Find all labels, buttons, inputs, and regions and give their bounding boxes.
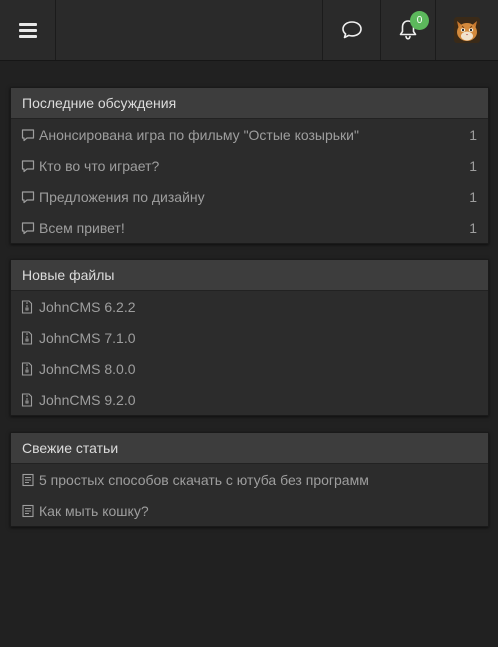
file-name: JohnCMS 8.0.0	[39, 360, 136, 377]
notifications-button[interactable]	[380, 0, 436, 60]
discussion-count: 1	[469, 188, 477, 205]
discussion-item[interactable]: Предложения по дизайну 1	[11, 181, 488, 212]
discussion-item[interactable]: Анонсирована игра по фильму "Остые козыр…	[11, 119, 488, 150]
discussion-title: Предложения по дизайну	[39, 188, 205, 205]
discussion-item[interactable]: Кто во что играет? 1	[11, 150, 488, 181]
panel-title: Новые файлы	[11, 260, 488, 291]
recent-discussions-panel: Последние обсуждения Анонсирована игра п…	[10, 87, 489, 244]
article-icon	[21, 504, 35, 518]
discussion-count: 1	[469, 126, 477, 143]
chat-bubble-icon	[341, 21, 362, 39]
messages-button[interactable]	[322, 0, 381, 60]
file-name: JohnCMS 6.2.2	[39, 298, 136, 315]
article-item[interactable]: 5 простых способов скачать с ютуба без п…	[11, 464, 488, 495]
panel-title: Свежие статьи	[11, 433, 488, 464]
file-item[interactable]: JohnCMS 7.1.0	[11, 322, 488, 353]
article-title: Как мыть кошку?	[39, 502, 149, 519]
article-icon	[21, 473, 35, 487]
notifications-count-badge: 0	[410, 11, 429, 30]
avatar	[454, 17, 480, 43]
new-files-panel: Новые файлы JohnCMS 6.2.2 JohnCMS 7.1.0 …	[10, 259, 489, 416]
fresh-articles-panel: Свежие статьи 5 простых способов скачать…	[10, 432, 489, 527]
file-name: JohnCMS 7.1.0	[39, 329, 136, 346]
file-item[interactable]: JohnCMS 8.0.0	[11, 353, 488, 384]
menu-button[interactable]	[0, 0, 56, 60]
comment-icon	[21, 221, 35, 235]
discussion-title: Анонсирована игра по фильму "Остые козыр…	[39, 126, 359, 143]
article-title: 5 простых способов скачать с ютуба без п…	[39, 471, 369, 488]
archive-file-icon	[21, 299, 35, 314]
file-name: JohnCMS 9.2.0	[39, 391, 136, 408]
top-bar: 0	[0, 0, 498, 61]
panel-title: Последние обсуждения	[11, 88, 488, 119]
discussion-count: 1	[469, 157, 477, 174]
user-avatar-button[interactable]	[436, 0, 498, 60]
article-item[interactable]: Как мыть кошку?	[11, 495, 488, 526]
discussion-item[interactable]: Всем привет! 1	[11, 212, 488, 243]
archive-file-icon	[21, 330, 35, 345]
file-item[interactable]: JohnCMS 9.2.0	[11, 384, 488, 415]
archive-file-icon	[21, 361, 35, 376]
discussion-title: Всем привет!	[39, 219, 125, 236]
file-item[interactable]: JohnCMS 6.2.2	[11, 291, 488, 322]
comment-icon	[21, 128, 35, 142]
archive-file-icon	[21, 392, 35, 407]
menu-icon	[18, 20, 37, 41]
discussion-count: 1	[469, 219, 477, 236]
comment-icon	[21, 190, 35, 204]
discussion-title: Кто во что играет?	[39, 157, 160, 174]
comment-icon	[21, 159, 35, 173]
